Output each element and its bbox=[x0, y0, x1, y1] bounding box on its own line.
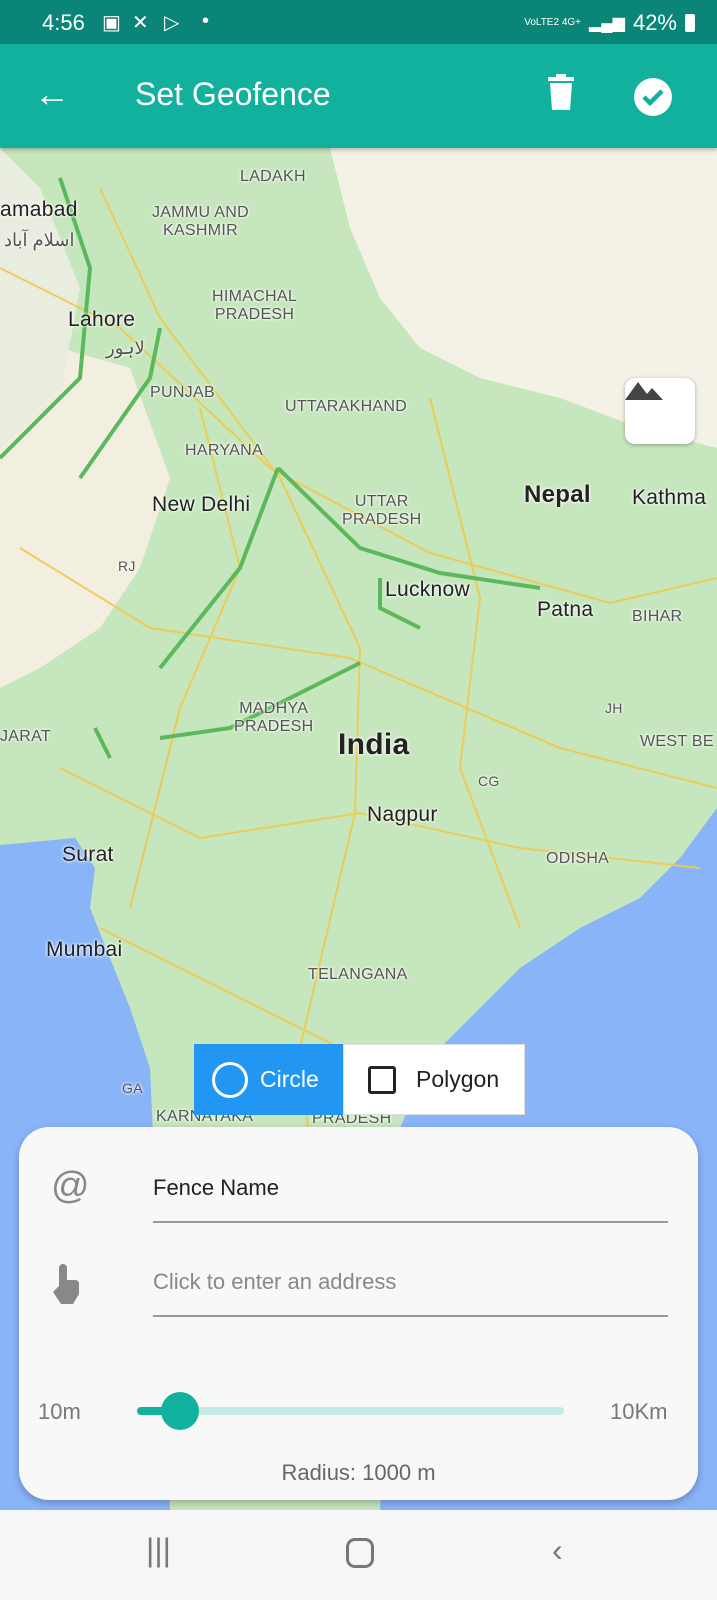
circle-label: Circle bbox=[260, 1066, 319, 1092]
check-circle-icon bbox=[634, 78, 672, 116]
polygon-shape-tab[interactable]: Polygon bbox=[343, 1044, 525, 1115]
map-label-jh: JH bbox=[605, 700, 623, 716]
at-sign-icon: @ bbox=[51, 1165, 90, 1207]
map-label-haryana: HARYANA bbox=[185, 442, 263, 459]
map-label-surat: Surat bbox=[62, 843, 114, 866]
geofence-form-card: @ Fence Name Click to enter an address 1… bbox=[19, 1127, 698, 1500]
address-input[interactable]: Click to enter an address bbox=[153, 1269, 668, 1317]
notification-dot-icon: • bbox=[202, 10, 210, 32]
map-label-himachal: HIMACHAL PRADESH bbox=[212, 288, 298, 323]
map-label-punjab: PUNJAB bbox=[150, 384, 215, 401]
fence-name-input[interactable]: Fence Name bbox=[153, 1175, 668, 1223]
delete-button[interactable] bbox=[548, 74, 574, 115]
map-label-kathmandu: Kathma bbox=[632, 486, 707, 509]
map-label-uttarakhand: UTTARAKHAND bbox=[285, 398, 408, 415]
terrain-toggle-button[interactable] bbox=[625, 378, 695, 444]
map-label-ladakh: LADAKH bbox=[240, 168, 306, 185]
radius-readout: Radius: 1000 m bbox=[281, 1460, 436, 1485]
mountain-icon bbox=[625, 382, 663, 400]
polygon-label: Polygon bbox=[416, 1066, 500, 1092]
signal-icon: ▂▄▆ bbox=[589, 15, 625, 32]
trash-icon bbox=[548, 74, 574, 110]
network-indicator: VoLTE2 4G+ bbox=[524, 17, 581, 28]
status-bar: 4:56 ▣ ✕ ▷ • VoLTE2 4G+ ▂▄▆ 42% bbox=[0, 0, 717, 44]
battery-level: 42% bbox=[632, 10, 677, 35]
missed-call-icon: ✕ bbox=[132, 12, 149, 34]
circle-shape-tab[interactable]: Circle bbox=[194, 1044, 343, 1115]
map-label-gujarat: JARAT bbox=[0, 728, 51, 745]
back-nav-button[interactable]: ‹ bbox=[552, 1532, 563, 1569]
back-button[interactable]: ← bbox=[34, 74, 70, 114]
map-label-india: India bbox=[338, 728, 410, 761]
square-icon bbox=[368, 1065, 396, 1094]
map-label-mumbai: Mumbai bbox=[46, 938, 123, 961]
map-label-odisha: ODISHA bbox=[546, 850, 610, 867]
map-label-rj: RJ bbox=[118, 558, 136, 574]
play-store-icon: ▷ bbox=[164, 12, 180, 34]
map-label-new-delhi: New Delhi bbox=[152, 493, 251, 516]
arrow-left-icon: ← bbox=[34, 73, 70, 114]
confirm-button[interactable] bbox=[634, 78, 672, 121]
gallery-icon: ▣ bbox=[102, 12, 121, 34]
status-time: 4:56 bbox=[42, 10, 85, 35]
slider-max-label: 10Km bbox=[610, 1399, 668, 1424]
recents-button[interactable]: ||| bbox=[146, 1532, 171, 1569]
map-label-lahore-urdu: لاہور bbox=[106, 338, 145, 358]
map-label-uttar-pradesh: UTTAR PRADESH bbox=[342, 493, 422, 528]
circle-icon bbox=[212, 1061, 248, 1098]
battery-icon bbox=[685, 14, 695, 32]
map-label-lahore: Lahore bbox=[68, 308, 136, 331]
map-label-bihar: BIHAR bbox=[632, 608, 683, 625]
map-label-patna: Patna bbox=[537, 598, 594, 621]
map-label-west-bengal: WEST BE bbox=[640, 733, 714, 750]
map-label-telangana: TELANGANA bbox=[308, 966, 408, 983]
map-label-islamabad: amabad bbox=[0, 198, 78, 221]
page-title: Set Geofence bbox=[135, 76, 331, 112]
slider-min-label: 10m bbox=[38, 1399, 81, 1424]
map-label-ga: GA bbox=[122, 1080, 143, 1096]
touch-icon bbox=[51, 1262, 81, 1309]
map-label-jammu-kashmir: JAMMU AND KASHMIR bbox=[152, 204, 249, 239]
slider-thumb[interactable] bbox=[160, 1392, 199, 1430]
radius-slider[interactable] bbox=[137, 1392, 564, 1430]
navigation-bar: ||| ‹ bbox=[0, 1510, 717, 1600]
map-label-lucknow: Lucknow bbox=[385, 578, 470, 601]
map-label-cg: CG bbox=[478, 773, 500, 789]
map-label-islamabad-urdu: اسلام آباد bbox=[4, 230, 75, 250]
map-label-nepal: Nepal bbox=[524, 481, 591, 508]
home-button[interactable] bbox=[346, 1538, 374, 1568]
map-label-nagpur: Nagpur bbox=[367, 803, 438, 826]
map-label-madhya-pradesh: MADHYA PRADESH bbox=[234, 700, 314, 735]
app-bar: ← Set Geofence bbox=[0, 44, 717, 148]
